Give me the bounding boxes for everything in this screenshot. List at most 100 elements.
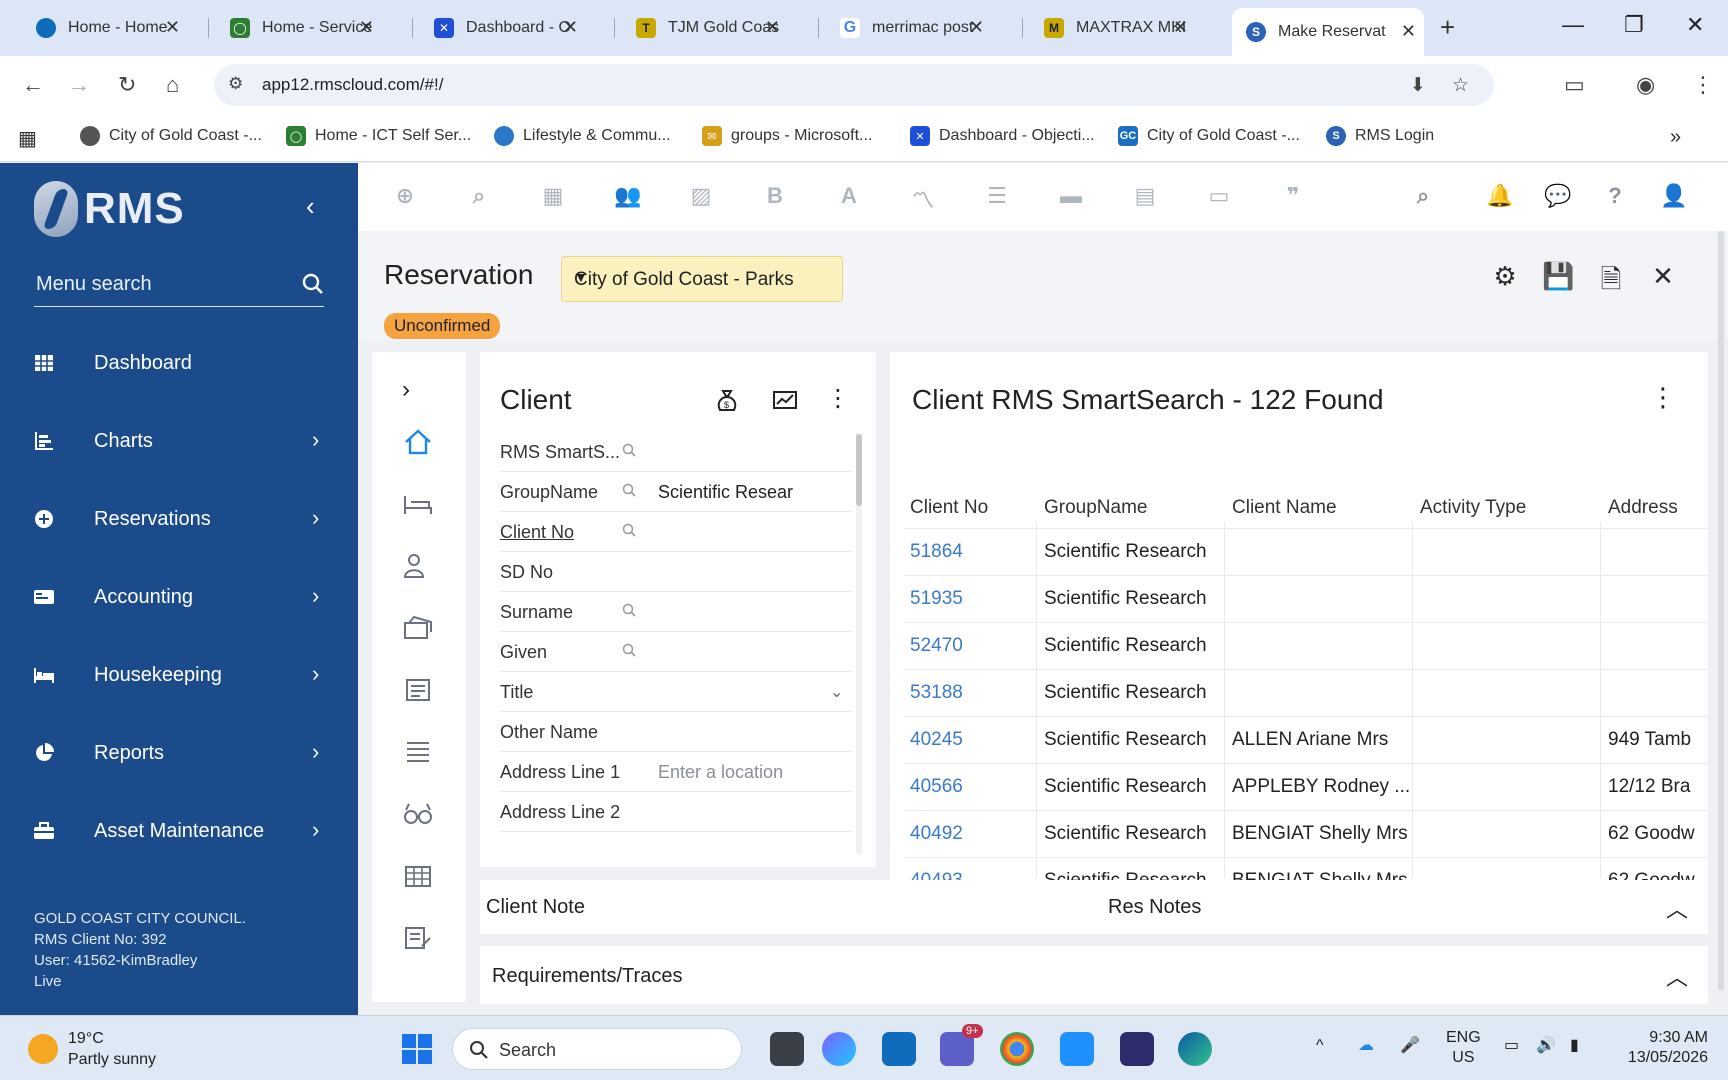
bookmark-item[interactable]: ◯ Home - ICT Self Ser...	[286, 126, 471, 146]
billing-icon[interactable]	[402, 614, 434, 642]
money-bag-icon[interactable]: $	[714, 388, 740, 414]
help-icon[interactable]: ?	[1602, 183, 1628, 209]
field-groupname[interactable]: GroupName Scientific Resear	[500, 472, 852, 512]
guests-icon[interactable]	[402, 552, 434, 580]
app-icon[interactable]	[1120, 1032, 1154, 1066]
table-row[interactable]: 40245 Scientific Research ALLEN Ariane M…	[904, 716, 1708, 763]
calendar-grid-icon[interactable]	[402, 862, 434, 890]
close-tab-icon[interactable]: ✕	[1401, 21, 1416, 42]
client-no-link[interactable]: 51935	[910, 588, 963, 610]
requirements-label[interactable]: Requirements/Traces	[492, 965, 682, 988]
field-given[interactable]: Given	[500, 632, 852, 672]
scrollbar-thumb[interactable]	[856, 434, 862, 506]
taskbar-search[interactable]: Search	[452, 1028, 742, 1070]
letter-a-icon[interactable]: A	[836, 183, 862, 209]
field-address-line-1[interactable]: Address Line 1 Enter a location	[500, 752, 852, 792]
more-options-icon[interactable]: ⋮	[1650, 382, 1676, 413]
menu-search-input[interactable]: Menu search	[34, 263, 324, 307]
column-header[interactable]: Address	[1608, 497, 1678, 519]
language-indicator[interactable]: ENG US	[1446, 1028, 1481, 1068]
tab-dashboard[interactable]: ✕ Dashboard - O ✕	[420, 9, 586, 47]
file-explorer-icon[interactable]	[770, 1032, 804, 1066]
tray-chevron-up-icon[interactable]: ^	[1316, 1036, 1324, 1056]
field-rms-smartsearch[interactable]: RMS SmartS...	[500, 432, 852, 472]
new-tab-icon[interactable]: +	[1440, 12, 1455, 43]
table-row[interactable]: 51864 Scientific Research	[904, 528, 1708, 575]
bed-icon[interactable]	[402, 490, 434, 518]
close-window-icon[interactable]: ✕	[1686, 12, 1704, 38]
copilot-icon[interactable]	[822, 1032, 856, 1066]
url-input[interactable]: ⚙ app12.rmscloud.com/#!/ ☆ ⬇	[214, 64, 1494, 106]
bookmark-item[interactable]: ✉ groups - Microsoft...	[702, 126, 872, 146]
clock[interactable]: 9:30 AM 13/05/2026	[1616, 1028, 1708, 1068]
chrome-icon[interactable]	[1000, 1032, 1034, 1066]
cast-icon[interactable]: ▭	[1564, 72, 1585, 98]
bookmark-item[interactable]: City of Gold Coast -...	[80, 126, 262, 146]
sidebar-item-reports[interactable]: Reports ›	[0, 725, 358, 785]
glasses-icon[interactable]	[402, 800, 434, 828]
tab-maxtrax[interactable]: M MAXTRAX MKI ✕	[1030, 9, 1196, 47]
notes-icon[interactable]	[402, 924, 434, 952]
client-chart-icon[interactable]	[772, 388, 798, 414]
res-notes-label[interactable]: Res Notes	[1108, 896, 1201, 919]
client-note-label[interactable]: Client Note	[486, 896, 585, 919]
client-no-link[interactable]: 51864	[910, 541, 963, 563]
chevron-up-icon[interactable]: ︿	[1666, 892, 1688, 924]
battery-icon[interactable]: ▮	[1570, 1036, 1579, 1056]
table-row[interactable]: 53188 Scientific Research	[904, 669, 1708, 716]
sidebar-item-housekeeping[interactable]: Housekeeping ›	[0, 647, 358, 707]
more-options-icon[interactable]: ⋮	[826, 384, 852, 412]
guests-icon[interactable]: 👥	[614, 183, 641, 209]
tab-google[interactable]: G merrimac post ✕	[826, 9, 992, 47]
page-scrollbar-thumb[interactable]	[1718, 231, 1724, 991]
client-no-link[interactable]: 40245	[910, 729, 963, 751]
bell-icon[interactable]: 🔔	[1486, 183, 1513, 209]
close-tab-icon[interactable]: ✕	[563, 17, 578, 38]
more-bookmarks-icon[interactable]: »	[1670, 126, 1681, 149]
home-icon[interactable]	[402, 428, 434, 456]
settings-gear-icon[interactable]: ⚙	[1490, 261, 1520, 291]
onedrive-icon[interactable]: ☁	[1358, 1036, 1374, 1056]
profile-icon[interactable]: ◉	[1636, 72, 1655, 98]
save-close-icon[interactable]: 🗎	[1596, 261, 1626, 294]
back-icon[interactable]: ←	[22, 72, 44, 98]
install-app-icon[interactable]: ⬇	[1410, 74, 1426, 97]
column-header[interactable]: Activity Type	[1420, 497, 1526, 519]
network-icon[interactable]: ▭	[1504, 1036, 1519, 1056]
bold-b-icon[interactable]: B	[762, 183, 788, 209]
sidebar-item-charts[interactable]: Charts ›	[0, 413, 358, 473]
payment-icon[interactable]: ▭	[1206, 183, 1232, 209]
page-scrollbar[interactable]	[1716, 231, 1726, 1021]
bookmark-item[interactable]: ✕ Dashboard - Objecti...	[910, 126, 1095, 146]
tab-make-reservation[interactable]: S Make Reservat ✕	[1232, 8, 1424, 56]
close-tab-icon[interactable]: ✕	[359, 17, 374, 38]
sidebar-item-dashboard[interactable]: Dashboard	[0, 335, 358, 395]
line-chart-icon[interactable]: 〽	[910, 183, 936, 213]
close-tab-icon[interactable]: ✕	[969, 17, 984, 38]
windows-start-icon[interactable]	[402, 1034, 432, 1064]
field-sd-no[interactable]: SD No	[500, 552, 852, 592]
table-row[interactable]: 51935 Scientific Research	[904, 575, 1708, 622]
map-icon[interactable]: ▨	[688, 183, 714, 209]
chat-icon[interactable]: 💬	[1544, 183, 1571, 209]
table-icon[interactable]: ▦	[540, 183, 566, 209]
save-icon[interactable]: 💾	[1542, 261, 1574, 291]
teams-icon[interactable]: 9+	[940, 1024, 983, 1066]
requirements-section[interactable]: Requirements/Traces ︿	[480, 946, 1708, 1004]
field-surname[interactable]: Surname	[500, 592, 852, 632]
tab-service[interactable]: ◯ Home - Service ✕	[216, 9, 382, 47]
checklist-icon[interactable]: ☰	[984, 183, 1010, 209]
expand-chevron-icon[interactable]: ›	[402, 376, 434, 404]
report-icon[interactable]: ▤	[1132, 183, 1158, 209]
money-card-icon[interactable]: ▬	[1058, 183, 1084, 209]
close-tab-icon[interactable]: ✕	[165, 17, 180, 38]
close-tab-icon[interactable]: ✕	[765, 17, 780, 38]
field-address-line-2[interactable]: Address Line 2	[500, 792, 852, 832]
tab-tjm[interactable]: T TJM Gold Coas ✕	[622, 9, 788, 47]
sidebar-item-accounting[interactable]: Accounting ›	[0, 569, 358, 629]
home-icon[interactable]: ⌂	[166, 72, 179, 98]
restore-icon[interactable]: ❐	[1624, 12, 1644, 38]
minimize-icon[interactable]: —	[1562, 12, 1584, 38]
sidebar-item-asset-maintenance[interactable]: Asset Maintenance ›	[0, 803, 358, 863]
tab-home[interactable]: Home - Home ✕	[22, 9, 188, 47]
